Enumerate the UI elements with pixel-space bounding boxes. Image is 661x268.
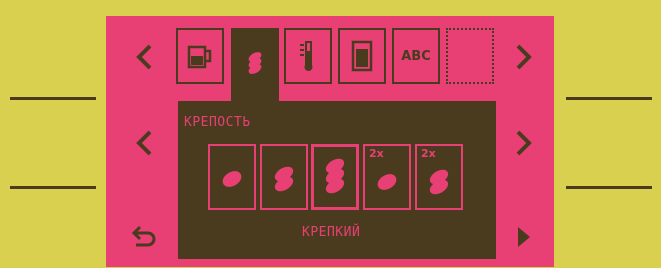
cup-icon bbox=[187, 45, 212, 69]
play-triangle-icon bbox=[518, 227, 530, 247]
chevron-right-icon bbox=[516, 44, 532, 70]
strength-option-double-2[interactable]: 2x bbox=[415, 144, 463, 210]
forward-button[interactable] bbox=[510, 220, 538, 254]
tab-name[interactable]: ABC bbox=[392, 28, 440, 84]
beans-icon bbox=[429, 169, 449, 195]
display-screen: ABC КРЕПОСТЬ 2x 2x КРЕПКИЙ bbox=[106, 16, 554, 267]
tab-strength[interactable] bbox=[231, 28, 279, 96]
tab-temperature[interactable] bbox=[284, 28, 332, 84]
tab-empty-slot[interactable] bbox=[446, 28, 494, 84]
bean-icon bbox=[377, 174, 397, 190]
tab-water[interactable] bbox=[338, 28, 386, 84]
double-label: 2x bbox=[421, 147, 436, 160]
current-value-label: КРЕПКИЙ bbox=[302, 225, 361, 240]
tab-cup[interactable] bbox=[176, 28, 224, 84]
prev-tab-button[interactable] bbox=[130, 40, 158, 74]
strength-option-2[interactable] bbox=[260, 144, 308, 210]
back-button[interactable] bbox=[130, 220, 158, 254]
back-arrow-icon bbox=[131, 225, 156, 247]
strength-option-3[interactable] bbox=[311, 144, 359, 210]
beans-icon bbox=[325, 158, 345, 194]
thermometer-icon bbox=[300, 41, 313, 71]
bean-icon bbox=[248, 52, 262, 74]
strength-option-double-1[interactable]: 2x bbox=[363, 144, 411, 210]
bezel-line-left-top bbox=[10, 97, 96, 100]
strength-option-1[interactable] bbox=[208, 144, 256, 210]
beans-icon bbox=[274, 166, 294, 192]
chevron-right-icon bbox=[516, 130, 532, 156]
section-title: КРЕПОСТЬ bbox=[184, 115, 251, 130]
water-container-icon bbox=[351, 40, 373, 72]
abc-text-icon: ABC bbox=[401, 48, 431, 64]
next-value-button[interactable] bbox=[510, 126, 538, 160]
chevron-left-icon bbox=[136, 44, 152, 70]
bezel-line-right-top bbox=[566, 97, 652, 100]
double-label: 2x bbox=[369, 147, 384, 160]
prev-value-button[interactable] bbox=[130, 126, 158, 160]
chevron-left-icon bbox=[136, 130, 152, 156]
bezel-line-left-bottom bbox=[10, 186, 96, 189]
bezel-line-right-bottom bbox=[566, 186, 652, 189]
next-tab-button[interactable] bbox=[510, 40, 538, 74]
bean-icon bbox=[222, 171, 242, 187]
